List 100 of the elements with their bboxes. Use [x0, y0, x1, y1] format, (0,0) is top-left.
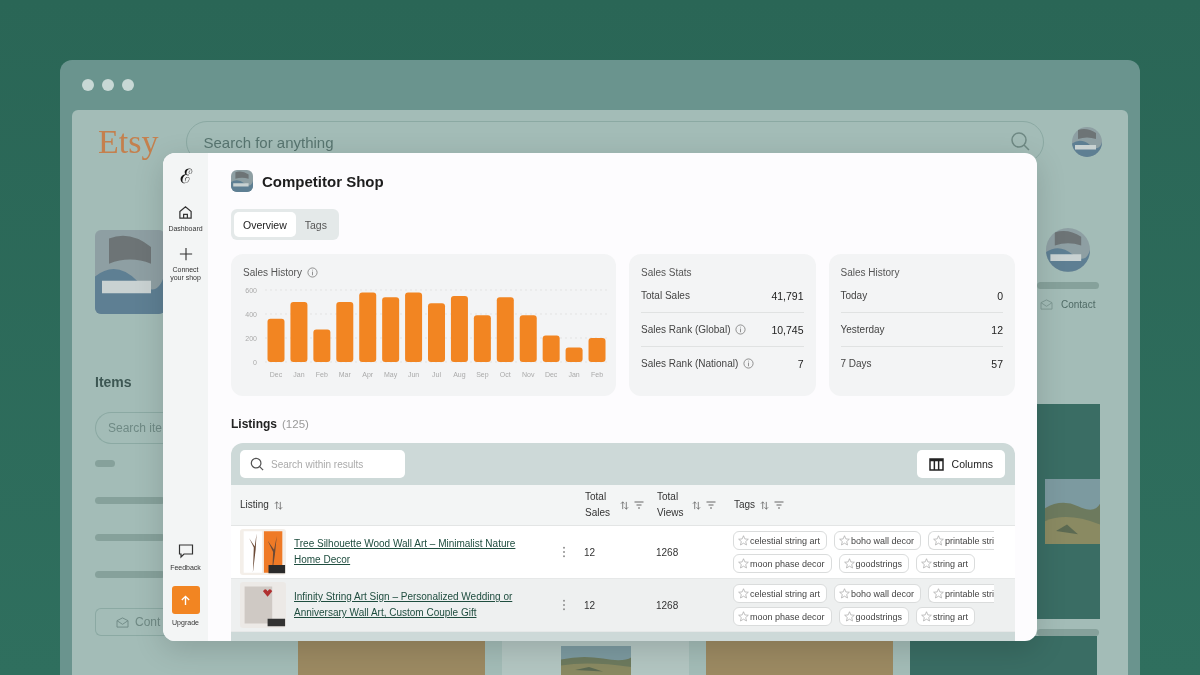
star-icon[interactable]	[933, 535, 945, 546]
sort-icon[interactable]	[273, 500, 283, 510]
home-icon	[178, 205, 193, 220]
shop-title: Competitor Shop	[262, 172, 384, 190]
card-title: Sales History	[840, 267, 901, 278]
sort-icon[interactable]	[692, 500, 701, 510]
section-heading: Items	[95, 374, 133, 391]
chart-bar	[290, 302, 308, 362]
product-card[interactable]	[1037, 403, 1100, 620]
tab[interactable]: Tags	[295, 212, 336, 237]
table-cell: 12	[584, 546, 596, 558]
chart-bar	[267, 318, 285, 362]
window-control[interactable]	[82, 79, 94, 91]
filter-icon[interactable]	[634, 501, 644, 509]
stat-label: Yesterday	[840, 324, 885, 335]
stat-label: Sales Rank (National)	[641, 358, 739, 369]
stat-value: 7	[797, 357, 804, 370]
tag-chip[interactable]: goodstrings	[838, 554, 910, 573]
info-icon[interactable]	[743, 358, 755, 369]
column-header[interactable]: Listing	[240, 497, 269, 513]
app-logo[interactable]: ℰ	[179, 165, 192, 187]
column-header[interactable]: Tags	[734, 497, 756, 513]
filter-icon[interactable]	[774, 501, 785, 509]
chart-bar	[542, 335, 560, 362]
more-icon[interactable]	[562, 546, 566, 558]
more-icon[interactable]	[562, 599, 566, 611]
star-icon[interactable]	[738, 588, 749, 599]
product-card[interactable]	[910, 636, 1097, 675]
table-row[interactable]: Tree Silhouette Wood Wall Art – Minimalist Nature Home Decor 12 1268 celestial string art boho wall decor printable stri moon phase decor goodstrings string art	[231, 526, 1015, 579]
chart-bar	[588, 338, 606, 362]
placeholder-line	[95, 534, 165, 542]
placeholder-line	[95, 460, 115, 468]
table-row[interactable]: Infinity String Art Sign – Personalized Wedding or Anniversary Wall Art, Custom Couple Gift 12 1268 celestial string art boho wall decor printable stri moon phase decor goodstrings string art	[231, 579, 1015, 632]
placeholder-line	[1037, 281, 1099, 289]
placeholder-line	[95, 571, 165, 579]
tag-chip[interactable]: printable stri	[928, 531, 995, 550]
stat-value: 10,745	[771, 323, 804, 336]
columns-icon	[928, 457, 944, 471]
tag-chip[interactable]: string art	[916, 607, 976, 626]
info-icon[interactable]	[735, 324, 747, 335]
window-control[interactable]	[122, 79, 134, 91]
stat-value: 0	[997, 289, 1003, 302]
tag-chip[interactable]: moon phase decor	[733, 607, 832, 626]
column-header[interactable]: Total Views	[657, 489, 687, 521]
listing-count: (125)	[282, 418, 309, 430]
tag-chip[interactable]: printable stri	[928, 584, 995, 603]
card-title: Sales Stats	[641, 267, 693, 278]
star-icon[interactable]	[738, 535, 749, 546]
star-icon[interactable]	[738, 558, 749, 569]
chart-bar	[313, 329, 331, 362]
column-header[interactable]: Total Sales	[585, 489, 615, 521]
chart-bar	[382, 297, 400, 362]
sort-icon[interactable]	[760, 500, 770, 510]
tag-chip[interactable]: celestial string art	[733, 531, 828, 550]
table-cell: 12	[584, 599, 596, 611]
placeholder-line	[1037, 629, 1099, 636]
star-icon[interactable]	[738, 611, 749, 622]
tag-chip[interactable]: goodstrings	[838, 607, 910, 626]
envelope-icon	[116, 616, 129, 628]
stat-value: 12	[991, 323, 1003, 336]
tag-chip[interactable]: string art	[916, 554, 976, 573]
stat-label: Today	[840, 290, 868, 301]
star-icon[interactable]	[839, 588, 851, 599]
tag-chip[interactable]: boho wall decor	[834, 584, 922, 603]
star-icon[interactable]	[933, 588, 945, 599]
chart-bar	[359, 292, 377, 362]
search-field[interactable]: Search within results	[240, 450, 405, 478]
table-cell: 1268	[656, 546, 679, 558]
chart-bar	[405, 292, 423, 362]
star-icon[interactable]	[921, 558, 933, 569]
columns-button[interactable]: Columns	[916, 450, 1005, 478]
plus-icon	[178, 247, 193, 261]
listing-link[interactable]: Tree Silhouette Wood Wall Art – Minimalist Nature Home Decor	[294, 536, 532, 568]
stat-label: Total Sales	[641, 290, 690, 301]
tag-chip[interactable]: celestial string art	[733, 584, 828, 603]
star-icon[interactable]	[921, 611, 933, 622]
stat-label: Sales Rank (Global)	[641, 324, 731, 335]
star-icon[interactable]	[843, 558, 855, 569]
envelope-icon	[1040, 298, 1053, 310]
sort-icon[interactable]	[620, 500, 629, 510]
chart-bar	[496, 297, 514, 362]
tag-chip[interactable]: boho wall decor	[834, 531, 922, 550]
filter-icon[interactable]	[706, 501, 716, 509]
star-icon[interactable]	[839, 535, 851, 546]
info-icon[interactable]	[306, 267, 318, 278]
star-icon[interactable]	[843, 611, 855, 622]
placeholder-line	[95, 497, 165, 505]
stat-value: 41,791	[771, 289, 804, 302]
listing-link[interactable]: Infinity String Art Sign – Personalized Wedding or Anniversary Wall Art, Custom Couple Gift	[294, 589, 532, 621]
chat-icon	[177, 543, 194, 559]
tab[interactable]: Overview	[234, 212, 296, 237]
search-icon[interactable]	[1010, 131, 1030, 151]
window-control[interactable]	[102, 79, 114, 91]
chart-bar	[428, 303, 445, 362]
stat-label: 7 Days	[840, 358, 872, 369]
chart-bar	[450, 296, 468, 362]
upgrade-icon	[171, 586, 200, 614]
table-cell: 1268	[656, 599, 679, 611]
chart-bar	[473, 315, 491, 362]
tag-chip[interactable]: moon phase decor	[733, 554, 832, 573]
